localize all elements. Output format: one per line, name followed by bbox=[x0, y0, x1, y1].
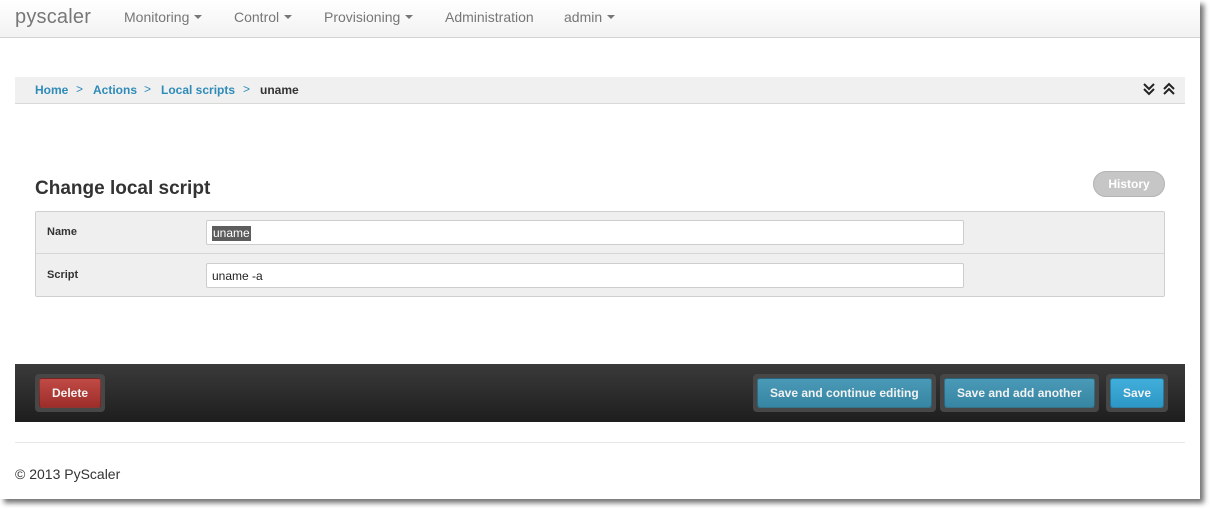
nav-provisioning[interactable]: Provisioning bbox=[324, 9, 414, 25]
save-button[interactable]: Save bbox=[1110, 378, 1165, 408]
breadcrumb-local-scripts[interactable]: Local scripts bbox=[161, 83, 235, 97]
nav-administration[interactable]: Administration bbox=[445, 9, 534, 25]
breadcrumb-home[interactable]: Home bbox=[35, 83, 68, 97]
caret-down-icon bbox=[194, 15, 203, 20]
script-label: Script bbox=[47, 269, 79, 281]
breadcrumb-current: uname bbox=[260, 83, 299, 97]
double-chevron-down-icon[interactable] bbox=[1142, 82, 1155, 96]
nav-administration-label: Administration bbox=[445, 9, 534, 25]
name-input[interactable] bbox=[206, 220, 964, 245]
collapse-controls bbox=[1139, 82, 1175, 101]
footer-copyright: © 2013 PyScaler bbox=[15, 466, 121, 482]
breadcrumb: Home > Actions > Local scripts > uname bbox=[15, 77, 1185, 104]
breadcrumb-separator: > bbox=[144, 82, 152, 96]
nav-provisioning-label: Provisioning bbox=[324, 9, 401, 25]
nav-control[interactable]: Control bbox=[234, 9, 293, 25]
breadcrumb-actions[interactable]: Actions bbox=[93, 83, 137, 97]
save-add-button-wrap: Save and add another bbox=[940, 374, 1099, 412]
save-button-wrap: Save bbox=[1106, 374, 1169, 412]
name-label: Name bbox=[47, 226, 77, 238]
script-input[interactable] bbox=[206, 263, 964, 288]
double-chevron-up-icon[interactable] bbox=[1163, 82, 1175, 96]
submit-row: Delete Save and continue editing Save an… bbox=[15, 364, 1185, 422]
caret-down-icon bbox=[607, 15, 616, 20]
history-button[interactable]: History bbox=[1093, 171, 1165, 197]
top-navbar: pyscaler Monitoring Control Provisioning… bbox=[0, 0, 1200, 38]
page-title: Change local script bbox=[35, 178, 211, 199]
footer-divider bbox=[15, 442, 1185, 443]
save-continue-button-wrap: Save and continue editing bbox=[753, 374, 936, 412]
form-row-name: Name uname bbox=[36, 212, 1164, 254]
nav-user-menu[interactable]: admin bbox=[564, 9, 616, 25]
nav-user-label: admin bbox=[564, 9, 603, 25]
caret-down-icon bbox=[284, 15, 293, 20]
caret-down-icon bbox=[405, 15, 414, 20]
app-window: pyscaler Monitoring Control Provisioning… bbox=[0, 0, 1200, 499]
save-and-add-another-button[interactable]: Save and add another bbox=[944, 378, 1095, 408]
breadcrumb-separator: > bbox=[76, 82, 84, 96]
form-row-script: Script bbox=[36, 255, 1164, 297]
delete-button[interactable]: Delete bbox=[39, 378, 102, 408]
nav-control-label: Control bbox=[234, 9, 280, 25]
nav-monitoring-label: Monitoring bbox=[124, 9, 190, 25]
brand-logo[interactable]: pyscaler bbox=[15, 6, 91, 29]
form-fieldset: Name uname Script bbox=[35, 211, 1165, 297]
delete-button-wrap: Delete bbox=[35, 374, 106, 412]
name-selected-text: uname bbox=[212, 226, 251, 241]
save-and-continue-button[interactable]: Save and continue editing bbox=[757, 378, 932, 408]
nav-monitoring[interactable]: Monitoring bbox=[124, 9, 203, 25]
breadcrumb-separator: > bbox=[243, 82, 251, 96]
